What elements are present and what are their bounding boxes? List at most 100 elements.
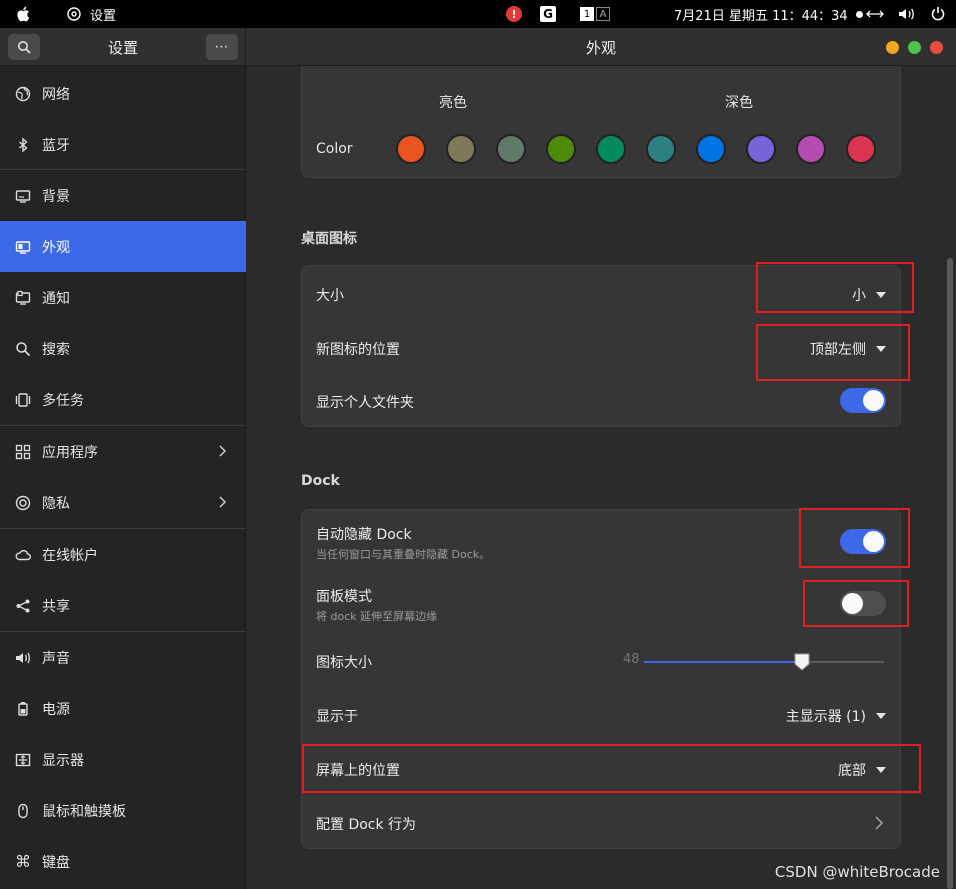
kb-1-icon: 1 [580,7,594,21]
accent-color-swatch[interactable] [746,134,776,164]
mouse-icon [14,802,32,820]
minimize-button[interactable] [886,41,899,54]
power-icon [14,700,32,718]
clock-text: 7月21日 星期五 11：44：34 [674,8,848,24]
show-home-folder-label: 显示个人文件夹 [316,395,414,411]
apps-icon [14,443,32,461]
sidebar-item-label: 蓝牙 [42,137,70,154]
sidebar-item-multitasking[interactable]: 多任务 [0,374,246,425]
caret-down-icon [876,292,886,298]
keyboard-layout-indicator[interactable]: 1 A [580,7,610,21]
icon-size-dropdown[interactable]: 小 [852,285,886,305]
sidebar-item-network[interactable]: 网络 [0,68,246,119]
sidebar-item-applications[interactable]: 应用程序 [0,426,246,477]
dock-card: 自动隐藏 Dock 当任何窗口与其重叠时隐藏 Dock。 面板模式 将 dock… [301,509,901,849]
sidebar-item-privacy[interactable]: 隐私 [0,477,246,528]
volume-icon [899,8,914,20]
show-on-row: 显示于 主显示器 (1) [302,688,900,742]
active-app-menu[interactable]: 设置 [66,0,116,28]
close-button[interactable] [930,41,943,54]
search-button[interactable] [8,34,40,60]
sidebar-item-label: 外观 [42,239,70,256]
sidebar-item-notifications[interactable]: 通知 [0,272,246,323]
maximize-button[interactable] [908,41,921,54]
configure-dock-row[interactable]: 配置 Dock 行为 [302,796,900,850]
accent-color-swatch[interactable] [396,134,426,164]
settings-gear-icon [67,7,81,21]
panel-mode-description: 将 dock 延伸至屏幕边缘 [316,610,438,623]
monitor-icon [14,187,32,205]
caret-down-icon [876,346,886,352]
autohide-dock-toggle[interactable] [840,529,886,554]
sidebar-item-label: 在线帐户 [42,547,98,564]
screen-position-value: 底部 [838,763,866,779]
sidebar-item-sound[interactable]: 声音 [0,632,246,683]
network-wired-icon [866,10,884,18]
accent-color-swatch[interactable] [446,134,476,164]
screen-position-row: 屏幕上的位置 底部 [302,742,900,796]
notification-dot-icon [855,10,863,18]
sidebar-item-bluetooth[interactable]: 蓝牙 [0,119,246,170]
g-indicator-icon[interactable]: G [540,6,556,22]
sidebar-item-displays[interactable]: 显示器 [0,734,246,785]
scrollbar[interactable] [947,258,953,889]
sidebar-item-label: 电源 [42,701,70,718]
dark-theme-label: 深色 [725,95,753,111]
dock-section-title: Dock [301,473,340,489]
new-icon-position-dropdown[interactable]: 顶部左侧 [810,339,886,359]
main-menu-button[interactable]: ⋯ [206,34,238,60]
sidebar-item-appearance[interactable]: 外观 [0,221,246,272]
dock-icon-size-row: 图标大小 48 [302,634,900,688]
sidebar-item-background[interactable]: 背景 [0,170,246,221]
sidebar-item-keyboard[interactable]: ⌘ 键盘 [0,836,246,887]
accent-color-swatch[interactable] [546,134,576,164]
dock-icon-size-slider-fill [644,661,802,663]
watermark: CSDN @whiteBrocade [774,863,940,881]
icon-size-value: 小 [852,288,866,304]
sound-icon [14,649,32,667]
chevron-right-icon [219,496,227,508]
chevron-right-icon [875,816,883,830]
icon-size-row: 大小 小 [302,266,900,320]
apple-logo-icon[interactable] [14,4,34,24]
caret-down-icon [876,767,886,773]
power-menu-icon [931,7,945,21]
accent-color-swatch[interactable] [796,134,826,164]
clock[interactable]: 7月21日 星期五 11：44：34 [674,0,863,28]
system-tray[interactable] [866,0,946,28]
appearance-panel: 亮色 深色 Color 桌面图标 大小 小 新图标的位置 顶部左侧 显示个人文件… [247,66,956,889]
accent-color-swatch[interactable] [846,134,876,164]
light-theme-label: 亮色 [439,95,467,111]
sidebar-item-label: 鼠标和触摸板 [42,803,126,820]
dock-icon-size-slider-handle[interactable] [794,653,810,671]
accent-color-swatch[interactable] [596,134,626,164]
cloud-icon [14,546,32,564]
privacy-icon [14,494,32,512]
show-on-label: 显示于 [316,709,358,725]
sidebar-item-search[interactable]: 搜索 [0,323,246,374]
desktop-icons-section-title: 桌面图标 [301,231,357,247]
sidebar-item-online-accounts[interactable]: 在线帐户 [0,529,246,580]
tray-indicators: ! G 1 A [506,0,610,28]
alert-indicator-icon[interactable]: ! [506,6,522,22]
style-card: 亮色 深色 Color [301,66,901,178]
screen-position-dropdown[interactable]: 底部 [838,760,886,780]
autohide-dock-description: 当任何窗口与其重叠时隐藏 Dock。 [316,548,491,561]
show-home-folder-toggle[interactable] [840,388,886,413]
show-home-folder-row: 显示个人文件夹 [302,374,900,428]
panel-mode-toggle[interactable] [840,591,886,616]
accent-color-swatch[interactable] [496,134,526,164]
page-title: 外观 [585,38,616,57]
show-on-dropdown[interactable]: 主显示器 (1) [786,706,886,726]
accent-color-swatch[interactable] [646,134,676,164]
sidebar-item-power[interactable]: 电源 [0,683,246,734]
multitask-icon [14,391,32,409]
panel-mode-row: 面板模式 将 dock 延伸至屏幕边缘 [302,572,900,634]
sidebar-item-sharing[interactable]: 共享 [0,580,246,631]
sidebar-item-label: 多任务 [42,392,84,409]
accent-color-swatch[interactable] [696,134,726,164]
header-bar: 设置 ⋯ 外观 [0,28,956,66]
dock-icon-size-label: 图标大小 [316,655,372,671]
sidebar-item-mouse-touchpad[interactable]: 鼠标和触摸板 [0,785,246,836]
top-bar: 设置 ! G 1 A 7月21日 星期五 11：44：34 [0,0,956,28]
